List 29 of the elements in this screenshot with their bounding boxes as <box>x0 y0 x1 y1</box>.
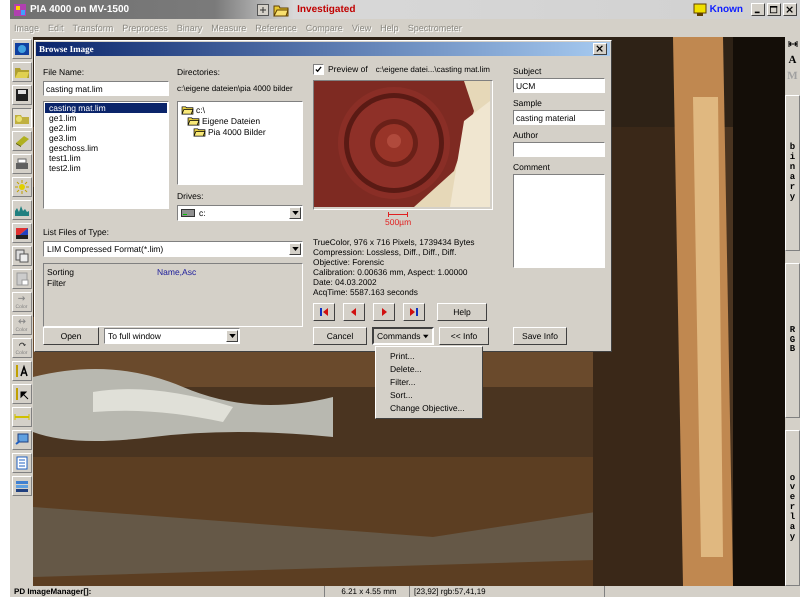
close-button[interactable] <box>783 3 797 16</box>
layers-icon <box>14 478 30 494</box>
printer-icon <box>14 156 30 172</box>
close-icon <box>786 6 794 14</box>
window-title: PIA 4000 on MV-1500 <box>30 4 130 15</box>
copy-icon <box>14 248 30 264</box>
globe-icon <box>14 41 30 57</box>
status-field: 6.21 x 4.55 mm <box>324 586 409 597</box>
user-status: Known <box>710 4 743 15</box>
expand-icon[interactable] <box>257 4 270 16</box>
monitor-icon <box>692 2 708 16</box>
side-tab[interactable]: binary <box>785 95 800 251</box>
status-text: Investigated <box>297 4 356 15</box>
text-cursor-icon <box>14 363 30 379</box>
sun-icon <box>14 179 30 195</box>
maximize-icon <box>770 6 778 14</box>
folder-icon[interactable] <box>273 2 290 16</box>
maximize-button[interactable] <box>767 3 781 16</box>
side-tab[interactable]: overlay <box>785 430 800 586</box>
minimize-button[interactable] <box>751 3 765 16</box>
app-icon <box>13 2 27 16</box>
paste-icon <box>14 271 30 287</box>
status-field: [23,92] rgb:57,41,19 <box>409 586 604 597</box>
color-triangle-icon <box>14 225 30 241</box>
side-tab[interactable]: RGB <box>785 262 800 418</box>
status-field: PD ImageManager[]: <box>10 586 324 597</box>
pointer-icon <box>14 386 30 402</box>
list-icon <box>14 455 30 471</box>
expand-icon <box>788 40 798 48</box>
